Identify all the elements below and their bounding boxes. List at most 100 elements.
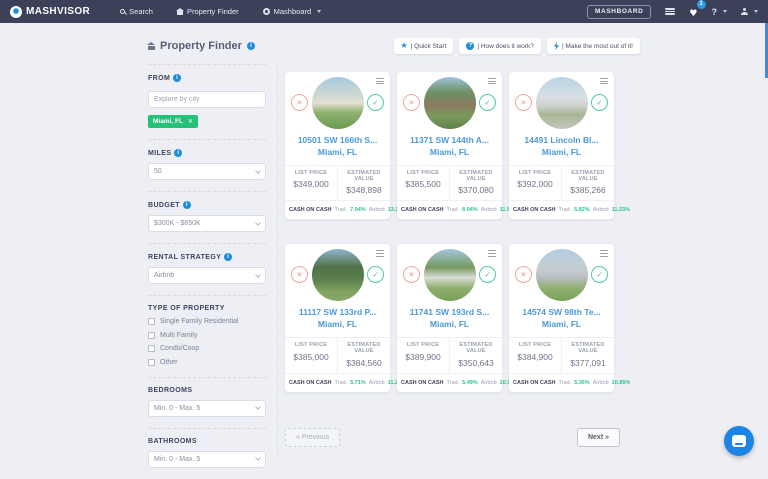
list-price-cell: LIST PRICE $385,500: [397, 166, 450, 201]
accept-button[interactable]: ✓: [591, 94, 608, 111]
trad-coc-value: 5.36%: [574, 380, 590, 386]
airbnb-coc-value: 10.85%: [612, 380, 631, 386]
property-photo[interactable]: [536, 77, 588, 129]
card-menu-icon[interactable]: [376, 250, 384, 256]
chat-icon: [732, 435, 746, 447]
property-address: 14491 Lincoln Bl...: [509, 135, 614, 147]
trad-coc-value: 5.49%: [462, 380, 478, 386]
info-icon[interactable]: i: [183, 201, 191, 209]
property-photo[interactable]: [312, 77, 364, 129]
card-menu-icon[interactable]: [488, 250, 496, 256]
how-does-it-work-button[interactable]: ? | How does it work?: [459, 38, 541, 54]
budget-select[interactable]: $300K - $650K: [148, 215, 266, 232]
info-icon[interactable]: i: [224, 253, 232, 261]
bedrooms-label-row: BEDROOMS: [148, 387, 266, 394]
bathrooms-select[interactable]: Min. 0 - Max. 5: [148, 451, 266, 468]
previous-button[interactable]: « Previous: [285, 428, 340, 447]
chevron-down-icon: [723, 10, 727, 13]
price-row: LIST PRICE $349,000 ESTIMATED VALUE $348…: [285, 165, 390, 202]
mashvisor-logo[interactable]: MASHVISOR: [10, 6, 90, 18]
chat-button[interactable]: [724, 426, 754, 456]
estimated-value-label: ESTIMATED VALUE: [452, 170, 500, 182]
nav-item-property-finder[interactable]: Property Finder: [177, 7, 239, 16]
make-the-most-button[interactable]: | Make the most out of it!: [547, 38, 640, 54]
rental-strategy-select[interactable]: Airbnb: [148, 267, 266, 284]
property-photo[interactable]: [424, 249, 476, 301]
search-icon: [120, 9, 125, 14]
question-icon: ?: [466, 42, 474, 50]
nav-item-mashboard[interactable]: Mashboard: [263, 7, 322, 16]
property-title-link[interactable]: 14491 Lincoln Bl... Miami, FL: [509, 135, 614, 159]
estimated-value-cell: ESTIMATED VALUE $350,643: [450, 338, 502, 373]
mashboard-button[interactable]: MASHBOARD: [587, 5, 651, 19]
trad-coc-value: 7.04%: [350, 207, 366, 213]
estimated-value-cell: ESTIMATED VALUE $385,266: [562, 166, 614, 201]
property-address: 10501 SW 166th S...: [285, 135, 390, 147]
reject-button[interactable]: ✕: [291, 94, 308, 111]
property-photo[interactable]: [424, 77, 476, 129]
chevron-down-icon: [317, 10, 321, 13]
info-icon[interactable]: i: [247, 42, 255, 50]
property-title-link[interactable]: 11741 SW 193rd S... Miami, FL: [397, 307, 502, 331]
help-icon: ?: [712, 7, 718, 17]
page-title: Property Finder: [160, 40, 242, 52]
saved-lists-icon[interactable]: [665, 8, 675, 15]
list-price-value: $385,000: [287, 352, 335, 362]
checkbox-other-label: Other: [160, 359, 178, 366]
checkbox-condo-coop[interactable]: Condo/Coop: [148, 345, 266, 352]
budget-label: BUDGET: [148, 202, 180, 209]
checkbox-single-family[interactable]: Single Family Residential: [148, 318, 266, 325]
airbnb-label: Airbnb: [481, 207, 497, 213]
info-icon[interactable]: i: [173, 74, 181, 82]
property-title-link[interactable]: 11371 SW 144th A... Miami, FL: [397, 135, 502, 159]
price-row: LIST PRICE $385,000 ESTIMATED VALUE $384…: [285, 337, 390, 374]
checkbox-multi-family[interactable]: Multi Family: [148, 332, 266, 339]
trad-label: Trad.: [446, 207, 459, 213]
accept-button[interactable]: ✓: [479, 94, 496, 111]
heart-icon: ♥: [689, 9, 697, 19]
account-menu[interactable]: [741, 8, 758, 15]
top-navbar: MASHVISOR Search Property Finder Mashboa…: [0, 0, 768, 23]
list-price-cell: LIST PRICE $385,000: [285, 338, 338, 373]
reject-button[interactable]: ✕: [403, 94, 420, 111]
estimated-value-label: ESTIMATED VALUE: [564, 342, 612, 354]
property-city: Miami, FL: [397, 147, 502, 159]
accept-button[interactable]: ✓: [367, 94, 384, 111]
trad-label: Trad.: [334, 207, 347, 213]
budget-label-row: BUDGET i: [148, 201, 266, 209]
property-title-link[interactable]: 10501 SW 166th S... Miami, FL: [285, 135, 390, 159]
city-search-input[interactable]: [148, 91, 266, 108]
card-menu-icon[interactable]: [600, 250, 608, 256]
list-price-cell: LIST PRICE $384,900: [509, 338, 562, 373]
favorites-button[interactable]: ♥ 1: [689, 3, 697, 21]
coc-label: CASH ON CASH: [289, 380, 331, 386]
bedrooms-select[interactable]: Min. 0 - Max. 5: [148, 400, 266, 417]
checkbox-single-family-label: Single Family Residential: [160, 318, 239, 325]
property-title-link[interactable]: 14574 SW 98th Te... Miami, FL: [509, 307, 614, 331]
next-button[interactable]: Next »: [577, 428, 620, 447]
property-title-link[interactable]: 11117 SW 133rd P... Miami, FL: [285, 307, 390, 331]
card-menu-icon[interactable]: [600, 78, 608, 84]
list-price-value: $384,900: [511, 352, 559, 362]
estimated-value-value: $370,080: [452, 185, 500, 195]
property-card: ✕ ✓ 14574 SW 98th Te... Miami, FL LIST P…: [509, 244, 614, 391]
property-photo[interactable]: [312, 249, 364, 301]
close-icon[interactable]: ✕: [188, 119, 193, 125]
cash-on-cash-row: CASH ON CASH Trad. 5.49% Airbnb 10.91%: [397, 374, 502, 386]
nav-item-search[interactable]: Search: [120, 7, 153, 16]
city-tag[interactable]: Miami, FL ✕: [148, 115, 198, 128]
info-icon[interactable]: i: [174, 149, 182, 157]
property-card: ✕ ✓ 11371 SW 144th A... Miami, FL LIST P…: [397, 72, 502, 219]
card-menu-icon[interactable]: [376, 78, 384, 84]
reject-button[interactable]: ✕: [515, 94, 532, 111]
miles-select[interactable]: 50: [148, 163, 266, 180]
property-address: 11371 SW 144th A...: [397, 135, 502, 147]
bedrooms-label: BEDROOMS: [148, 387, 192, 394]
lightning-icon: [554, 42, 559, 50]
checkbox-other[interactable]: Other: [148, 359, 266, 366]
quick-start-button[interactable]: ★ | Quick Start: [394, 38, 454, 54]
help-menu[interactable]: ?: [712, 7, 728, 17]
chevron-down-icon: [255, 404, 261, 410]
card-menu-icon[interactable]: [488, 78, 496, 84]
property-photo[interactable]: [536, 249, 588, 301]
